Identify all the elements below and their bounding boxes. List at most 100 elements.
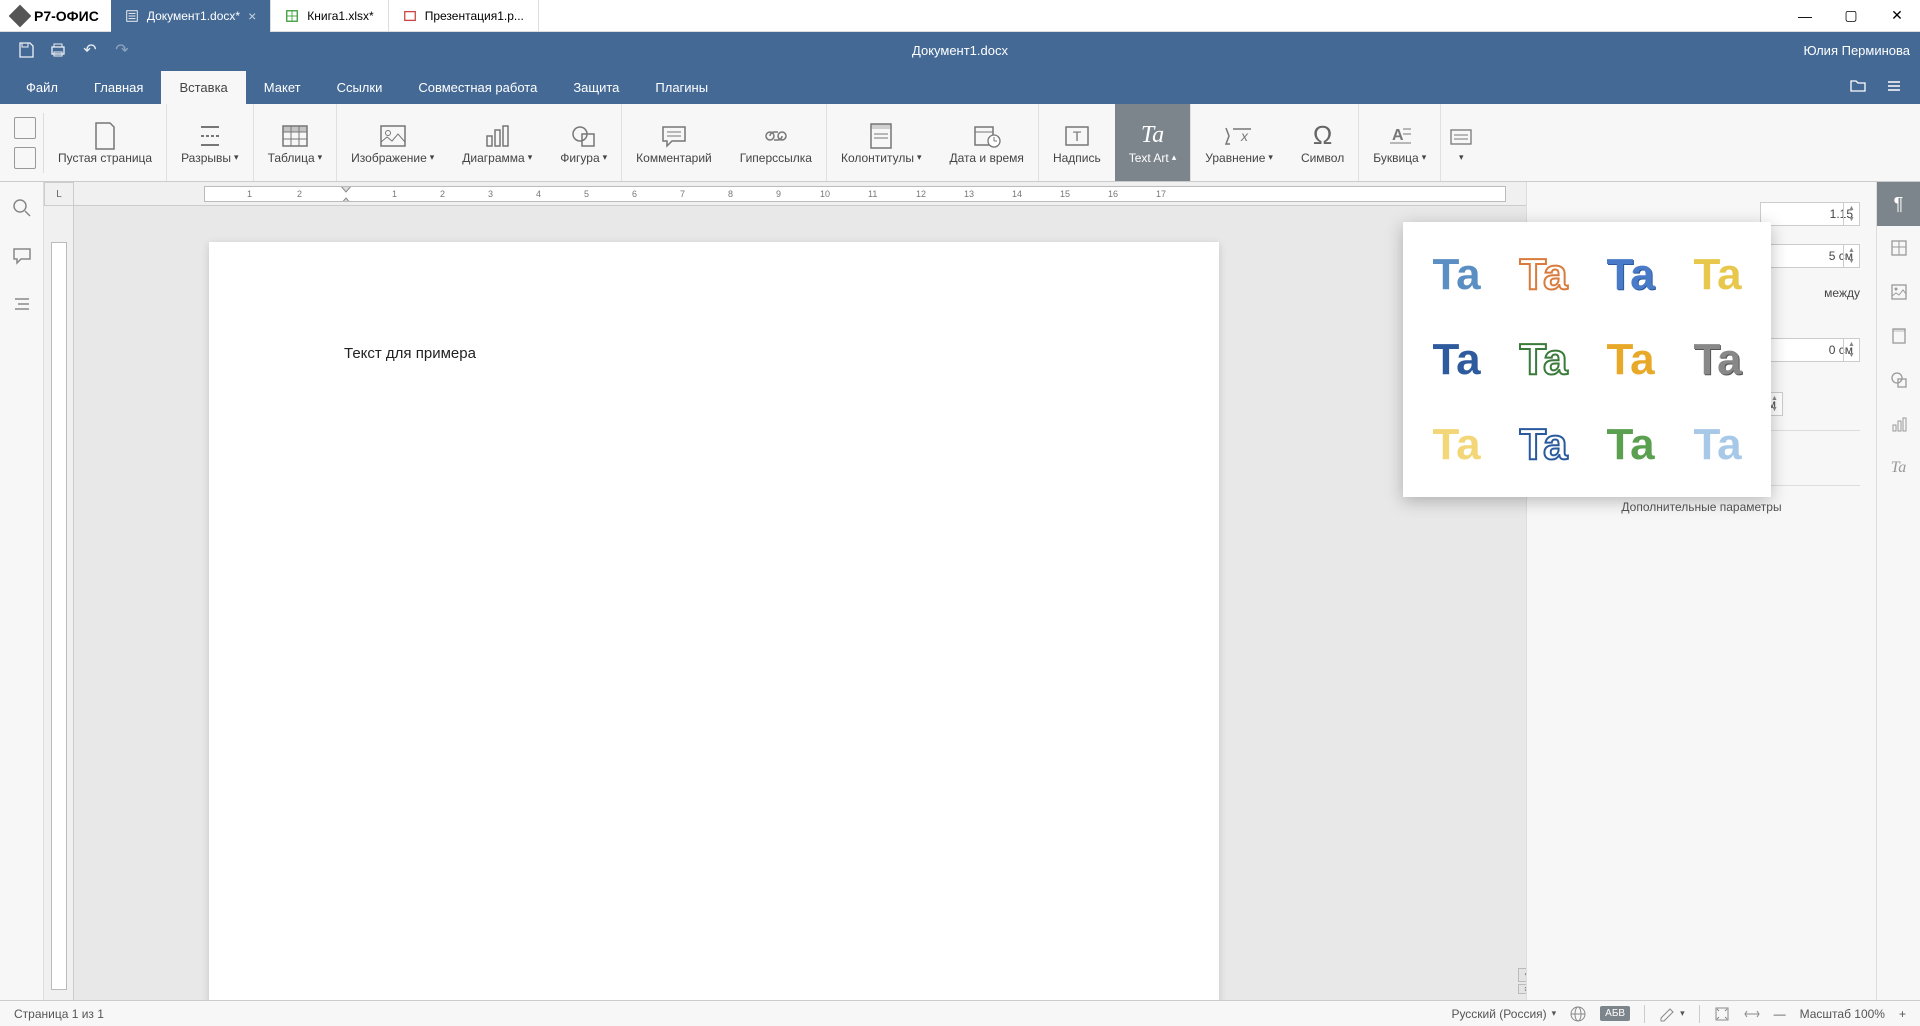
up-icon[interactable]: ▲ xyxy=(1844,339,1859,350)
ribbon-controls[interactable]: ▾ xyxy=(1441,104,1481,181)
textart-style-7[interactable]: Ta xyxy=(1589,319,1672,400)
ribbon-dropcap[interactable]: A Буквица▾ xyxy=(1359,104,1441,181)
ribbon-equation[interactable]: x Уравнение▾ xyxy=(1191,104,1287,181)
equation-icon: x xyxy=(1223,121,1255,151)
right-icon-bar: ¶ Ta xyxy=(1876,182,1920,1000)
ribbon-hyperlink[interactable]: Гиперссылка xyxy=(726,104,827,181)
shape-settings-icon[interactable] xyxy=(1877,358,1920,402)
document-title: Документ1.docx xyxy=(912,43,1008,58)
ribbon-chart[interactable]: Диаграмма▾ xyxy=(448,104,546,181)
textart-style-6[interactable]: Ta xyxy=(1502,319,1585,400)
tab-insert[interactable]: Вставка xyxy=(161,71,245,104)
ruler-corner[interactable]: L xyxy=(44,182,74,206)
undo-button[interactable]: ↶ xyxy=(74,34,106,66)
textart-style-3[interactable]: Ta xyxy=(1589,234,1672,315)
tab-layout[interactable]: Макет xyxy=(246,71,319,104)
document-tab-slide[interactable]: Презентация1.p... xyxy=(389,0,539,32)
zoom-out-button[interactable]: — xyxy=(1774,1007,1786,1021)
advanced-settings-link[interactable]: Дополнительные параметры xyxy=(1543,500,1860,514)
indent-marker-icon[interactable] xyxy=(339,186,353,202)
textart-style-1[interactable]: Ta xyxy=(1415,234,1498,315)
ribbon-image[interactable]: Изображение▾ xyxy=(337,104,448,181)
ribbon-textart[interactable]: Ta Text Art▴ xyxy=(1115,104,1192,181)
label: Гиперссылка xyxy=(740,151,812,165)
tab-file[interactable]: Файл xyxy=(8,71,76,104)
track-changes-button[interactable]: ▾ xyxy=(1659,1006,1685,1022)
zoom-level[interactable]: Масштаб 100% xyxy=(1800,1007,1885,1021)
vertical-ruler[interactable] xyxy=(44,206,74,1000)
open-location-icon[interactable] xyxy=(1840,68,1876,104)
spacing-spinner[interactable]: 5 см ▲▼ xyxy=(1760,244,1860,268)
up-icon[interactable]: ▲ xyxy=(1844,245,1859,256)
textart-style-11[interactable]: Ta xyxy=(1589,404,1672,485)
tab-protect[interactable]: Защита xyxy=(555,71,637,104)
headings-icon[interactable] xyxy=(10,292,34,316)
textart-style-12[interactable]: Ta xyxy=(1676,404,1759,485)
textart-style-9[interactable]: Ta xyxy=(1415,404,1498,485)
print-button[interactable] xyxy=(42,34,74,66)
tab-plugins[interactable]: Плагины xyxy=(637,71,726,104)
search-icon[interactable] xyxy=(10,196,34,220)
chevron-down-icon: ▾ xyxy=(1459,152,1464,163)
textart-style-5[interactable]: Ta xyxy=(1415,319,1498,400)
headerfooter-settings-icon[interactable] xyxy=(1877,314,1920,358)
document-page[interactable]: Текст для примера xyxy=(209,242,1219,1000)
textbox-icon: T xyxy=(1063,121,1091,151)
tab-references[interactable]: Ссылки xyxy=(319,71,401,104)
document-tab-doc[interactable]: Документ1.docx* × xyxy=(111,0,271,32)
fit-width-button[interactable] xyxy=(1744,1006,1760,1022)
table-settings-icon[interactable] xyxy=(1877,226,1920,270)
blank-page-icon xyxy=(92,121,118,151)
up-icon[interactable]: ▲ xyxy=(1844,203,1859,214)
tab-label: Презентация1.p... xyxy=(425,9,524,23)
view-settings-icon[interactable] xyxy=(1876,68,1912,104)
textart-style-2[interactable]: Ta xyxy=(1502,234,1585,315)
line-spacing-spinner[interactable]: 1.15 ▲▼ xyxy=(1760,202,1860,226)
spellcheck-toggle[interactable]: АБВ xyxy=(1600,1006,1630,1021)
minimize-button[interactable]: — xyxy=(1782,0,1828,32)
ribbon-textbox[interactable]: T Надпись xyxy=(1039,104,1115,181)
textart-style-10[interactable]: Ta xyxy=(1502,404,1585,485)
save-button[interactable] xyxy=(10,34,42,66)
ribbon-table[interactable]: Таблица▾ xyxy=(254,104,338,181)
paragraph-settings-icon[interactable]: ¶ xyxy=(1877,182,1920,226)
close-button[interactable]: ✕ xyxy=(1874,0,1920,32)
zoom-in-button[interactable]: + xyxy=(1899,1007,1906,1021)
maximize-button[interactable]: ▢ xyxy=(1828,0,1874,32)
image-settings-icon[interactable] xyxy=(1877,270,1920,314)
ribbon-blank-page[interactable]: Пустая страница xyxy=(44,104,167,181)
close-icon[interactable]: × xyxy=(248,8,256,24)
chevron-down-icon: ▾ xyxy=(430,152,435,163)
ribbon-breaks[interactable]: Разрывы▾ xyxy=(167,104,253,181)
ribbon-comment[interactable]: Комментарий xyxy=(622,104,726,181)
tab-home[interactable]: Главная xyxy=(76,71,161,104)
ribbon-datetime[interactable]: Дата и время xyxy=(936,104,1039,181)
label: Фигура xyxy=(560,151,599,165)
ribbon-shape[interactable]: Фигура▾ xyxy=(546,104,622,181)
textart-settings-icon[interactable]: Ta xyxy=(1877,446,1920,490)
document-tab-sheet[interactable]: Книга1.xlsx* xyxy=(271,0,388,32)
label: Надпись xyxy=(1053,151,1101,165)
chart-settings-icon[interactable] xyxy=(1877,402,1920,446)
tab-collab[interactable]: Совместная работа xyxy=(400,71,555,104)
language-selector[interactable]: Русский (Россия) ▾ xyxy=(1451,1007,1556,1021)
down-icon[interactable]: ▼ xyxy=(1844,350,1859,361)
copy-button[interactable] xyxy=(14,117,36,139)
redo-button[interactable]: ↷ xyxy=(106,34,138,66)
textart-style-8[interactable]: Ta xyxy=(1676,319,1759,400)
label: Диаграмма xyxy=(462,151,524,165)
slide-icon xyxy=(403,9,417,23)
down-icon[interactable]: ▼ xyxy=(1844,256,1859,267)
textart-style-4[interactable]: Ta xyxy=(1676,234,1759,315)
tab-label: Документ1.docx* xyxy=(147,9,240,23)
ribbon-symbol[interactable]: Ω Символ xyxy=(1287,104,1359,181)
comments-icon[interactable] xyxy=(10,244,34,268)
globe-icon[interactable] xyxy=(1570,1006,1586,1022)
paste-button[interactable] xyxy=(14,147,36,169)
down-icon[interactable]: ▼ xyxy=(1844,214,1859,225)
horizontal-ruler[interactable]: 12 12 34 56 78 910 1112 1314 1516 17 xyxy=(74,182,1526,206)
ribbon-headers[interactable]: Колонтитулы▾ xyxy=(827,104,936,181)
fit-page-button[interactable] xyxy=(1714,1006,1730,1022)
page-info[interactable]: Страница 1 из 1 xyxy=(14,1007,104,1021)
chevron-down-icon: ▾ xyxy=(1680,1008,1685,1019)
